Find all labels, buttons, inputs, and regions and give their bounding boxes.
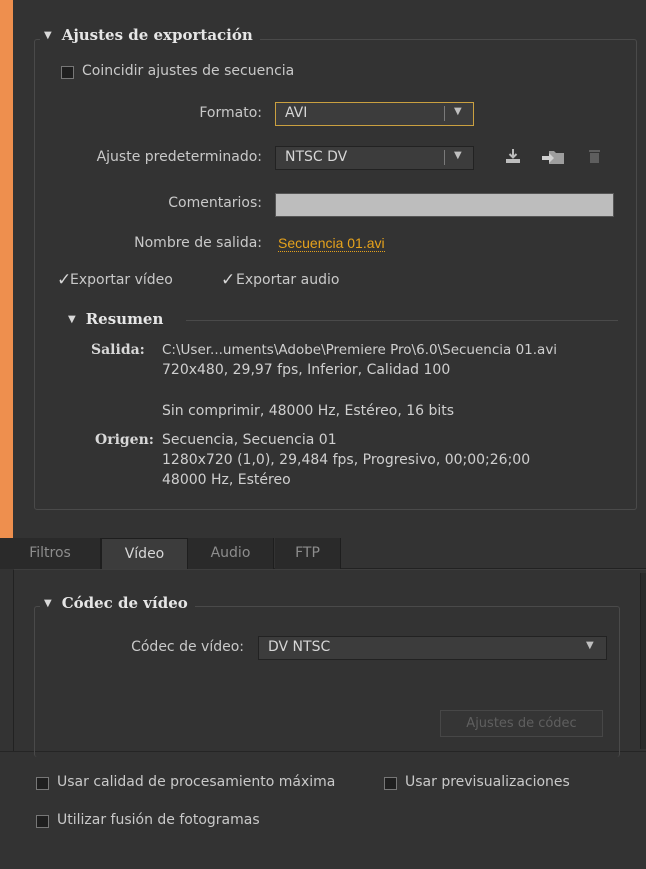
preset-label: Ajuste predeterminado: bbox=[96, 149, 262, 165]
codec-value: DV NTSC bbox=[268, 639, 331, 655]
trash-icon[interactable] bbox=[588, 148, 601, 168]
tab-ftp[interactable]: FTP bbox=[275, 538, 341, 569]
codec-dropdown[interactable]: DV NTSC ▼ bbox=[258, 636, 607, 660]
frame-blending-checkbox[interactable] bbox=[36, 815, 49, 828]
output-summary-label: Salida: bbox=[91, 342, 145, 358]
chevron-down-icon: ▼ bbox=[586, 640, 594, 651]
codec-settings-button[interactable]: Ajustes de códec bbox=[440, 710, 603, 737]
match-sequence-label: Coincidir ajustes de secuencia bbox=[82, 63, 295, 79]
frame-blending-label: Utilizar fusión de fotogramas bbox=[57, 812, 260, 828]
export-video-label: Exportar vídeo bbox=[70, 272, 173, 288]
output-video-info: 720x480, 29,97 fps, Inferior, Calidad 10… bbox=[162, 362, 451, 378]
match-sequence-checkbox[interactable] bbox=[61, 66, 74, 79]
output-name-link[interactable]: Secuencia 01.avi bbox=[278, 235, 385, 252]
export-audio-checkbox[interactable] bbox=[221, 270, 235, 290]
video-codec-header[interactable]: ▼ Códec de vídeo bbox=[40, 594, 195, 612]
summary-title: Resumen bbox=[85, 310, 164, 328]
source-summary-label: Origen: bbox=[95, 432, 154, 448]
export-settings-header[interactable]: ▼ Ajustes de exportación bbox=[40, 26, 260, 44]
codec-label: Códec de vídeo: bbox=[131, 639, 244, 655]
summary-divider bbox=[186, 320, 618, 321]
use-previews-checkbox[interactable] bbox=[384, 777, 397, 790]
preset-value: NTSC DV bbox=[285, 149, 348, 165]
output-name-label: Nombre de salida: bbox=[134, 235, 262, 251]
comments-label: Comentarios: bbox=[168, 195, 262, 211]
scrollbar[interactable] bbox=[640, 573, 646, 749]
export-settings-title: Ajustes de exportación bbox=[61, 26, 253, 44]
use-previews-label: Usar previsualizaciones bbox=[405, 774, 570, 790]
max-quality-checkbox[interactable] bbox=[36, 777, 49, 790]
format-value: AVI bbox=[285, 105, 308, 121]
tab-audio[interactable]: Audio bbox=[188, 538, 274, 569]
summary-header[interactable]: ▼ Resumen bbox=[64, 310, 171, 328]
output-audio-info: Sin comprimir, 48000 Hz, Estéreo, 16 bit… bbox=[162, 403, 455, 419]
output-path: C:\User...uments\Adobe\Premiere Pro\6.0\… bbox=[162, 342, 558, 358]
video-codec-title: Códec de vídeo bbox=[61, 594, 188, 612]
collapse-triangle-icon[interactable]: ▼ bbox=[44, 598, 52, 609]
source-audio-info: 48000 Hz, Estéreo bbox=[162, 472, 291, 488]
export-audio-label: Exportar audio bbox=[236, 272, 340, 288]
format-dropdown[interactable]: AVI ▼ bbox=[275, 102, 474, 126]
codec-settings-label: Ajustes de códec bbox=[466, 716, 577, 731]
source-video-info: 1280x720 (1,0), 29,484 fps, Progresivo, … bbox=[162, 452, 531, 468]
collapse-triangle-icon[interactable]: ▼ bbox=[68, 314, 76, 325]
import-folder-icon[interactable] bbox=[541, 148, 565, 169]
format-label: Formato: bbox=[199, 105, 262, 121]
source-sequence: Secuencia, Secuencia 01 bbox=[162, 432, 337, 448]
download-icon[interactable] bbox=[505, 148, 521, 168]
comments-input[interactable] bbox=[275, 193, 614, 217]
collapse-triangle-icon[interactable]: ▼ bbox=[44, 30, 52, 41]
preset-dropdown[interactable]: NTSC DV ▼ bbox=[275, 146, 474, 170]
max-quality-label: Usar calidad de procesamiento máxima bbox=[57, 774, 336, 790]
tab-filters[interactable]: Filtros bbox=[0, 538, 101, 569]
chevron-down-icon: ▼ bbox=[454, 106, 462, 117]
tab-video[interactable]: Vídeo bbox=[101, 538, 188, 570]
chevron-down-icon: ▼ bbox=[454, 150, 462, 161]
